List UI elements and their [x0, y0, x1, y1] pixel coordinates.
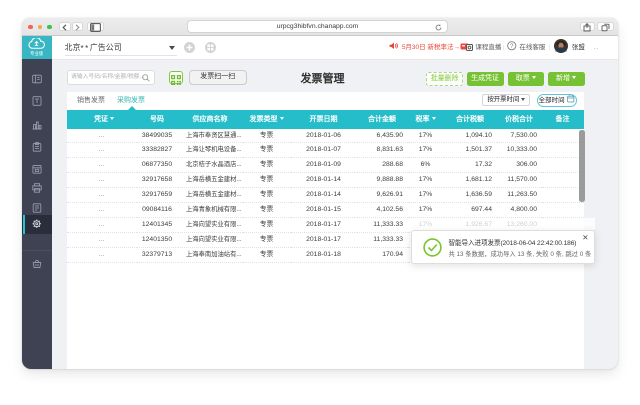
- svg-text:?: ?: [510, 43, 514, 50]
